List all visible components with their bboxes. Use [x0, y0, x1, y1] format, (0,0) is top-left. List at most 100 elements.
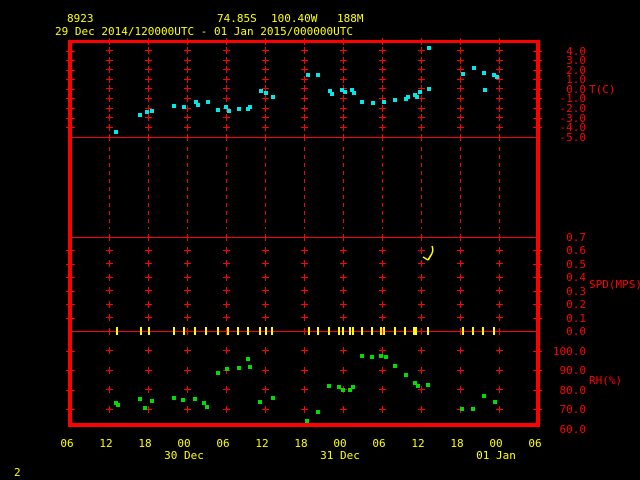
tick-cross	[417, 38, 425, 45]
tick-cross	[222, 133, 230, 141]
rh-point	[425, 383, 430, 388]
axis-tick-left	[66, 277, 75, 279]
tick-cross	[339, 246, 347, 254]
tick-cross	[456, 123, 464, 131]
axis-tick-left	[66, 69, 75, 71]
tick-cross	[378, 85, 386, 93]
time-gridline-dashed	[303, 147, 305, 229]
tick-cross	[222, 114, 230, 122]
tick-cross	[222, 287, 230, 295]
wind-speed-bar	[403, 327, 406, 335]
temp-point	[316, 72, 321, 77]
tick-cross	[417, 123, 425, 131]
temp-point	[264, 90, 269, 95]
axis-tick-right	[533, 317, 542, 319]
tick-cross	[222, 260, 230, 268]
tick-cross	[417, 314, 425, 322]
tick-cross	[261, 287, 269, 295]
tick-cross	[300, 327, 308, 335]
rh-point	[493, 399, 498, 404]
tick-cross	[300, 75, 308, 83]
time-gridline-dashed	[459, 147, 461, 229]
rh-point	[378, 353, 383, 358]
tick-cross	[456, 386, 464, 394]
wind-speed-bar	[265, 327, 268, 335]
tick-cross	[378, 273, 386, 281]
wind-speed-bar	[183, 327, 186, 335]
tick-cross	[222, 405, 230, 413]
tick-cross	[417, 114, 425, 122]
tick-cross	[339, 133, 347, 141]
tick-cross	[495, 123, 503, 131]
tick-cross	[456, 133, 464, 141]
tick-cross	[417, 287, 425, 295]
tick-cross	[183, 75, 191, 83]
temp-point	[227, 108, 232, 113]
tick-cross	[105, 85, 113, 93]
date-label: 31 Dec	[320, 449, 360, 462]
tick-cross	[300, 38, 308, 45]
tick-cross	[183, 287, 191, 295]
tick-cross	[183, 347, 191, 355]
tick-cross	[300, 47, 308, 55]
tick-cross	[144, 366, 152, 374]
tick-cross	[495, 287, 503, 295]
rh-tick-label: 70.0	[559, 403, 587, 417]
time-gridline-dashed	[147, 147, 149, 229]
axis-name-temperature: T(C)	[589, 82, 616, 96]
tick-cross	[456, 94, 464, 102]
tick-cross	[105, 287, 113, 295]
rh-point	[327, 383, 332, 388]
axis-tick-left	[66, 127, 75, 129]
rh-point	[459, 407, 464, 411]
axis-tick-right	[533, 290, 542, 292]
tick-cross	[378, 233, 386, 241]
wind-speed-bar	[216, 327, 219, 335]
tick-cross	[495, 233, 503, 241]
hour-label: 18	[450, 437, 464, 450]
tick-cross	[456, 85, 464, 93]
rh-point	[142, 405, 147, 410]
time-gridline-dashed	[498, 147, 500, 229]
tick-cross	[261, 47, 269, 55]
tick-cross	[339, 38, 347, 45]
tick-cross	[261, 104, 269, 112]
tick-cross	[105, 66, 113, 74]
tick-cross	[222, 386, 230, 394]
tick-cross	[222, 273, 230, 281]
tick-cross	[456, 233, 464, 241]
tick-cross	[144, 38, 152, 45]
hour-label: 12	[255, 437, 269, 450]
tick-cross	[144, 273, 152, 281]
temp-point	[495, 75, 500, 80]
hour-label: 12	[99, 437, 113, 450]
wind-speed-bar	[360, 327, 363, 335]
rh-point	[181, 398, 186, 403]
tick-cross	[456, 56, 464, 64]
temp-point	[352, 90, 357, 95]
tick-cross	[495, 85, 503, 93]
tick-cross	[417, 327, 425, 335]
tick-cross	[183, 56, 191, 64]
tick-cross	[144, 85, 152, 93]
tick-cross	[222, 85, 230, 93]
rh-point	[393, 363, 397, 368]
tick-cross	[378, 246, 386, 254]
wind-speed-bar	[370, 327, 373, 335]
tick-cross	[495, 405, 503, 413]
wind-speed-bar	[415, 327, 418, 335]
tick-cross	[105, 273, 113, 281]
temp-point	[426, 86, 431, 91]
tick-cross	[183, 260, 191, 268]
page-number: 2	[14, 466, 21, 479]
temp-point	[482, 70, 487, 75]
tick-cross	[105, 314, 113, 322]
tick-cross	[261, 123, 269, 131]
tick-cross	[339, 66, 347, 74]
wind-speed-bar	[382, 327, 385, 335]
tick-cross	[300, 273, 308, 281]
tick-cross	[417, 56, 425, 64]
spd-tick-label: 0.7	[566, 230, 586, 244]
tick-cross	[456, 47, 464, 55]
tick-cross	[144, 347, 152, 355]
